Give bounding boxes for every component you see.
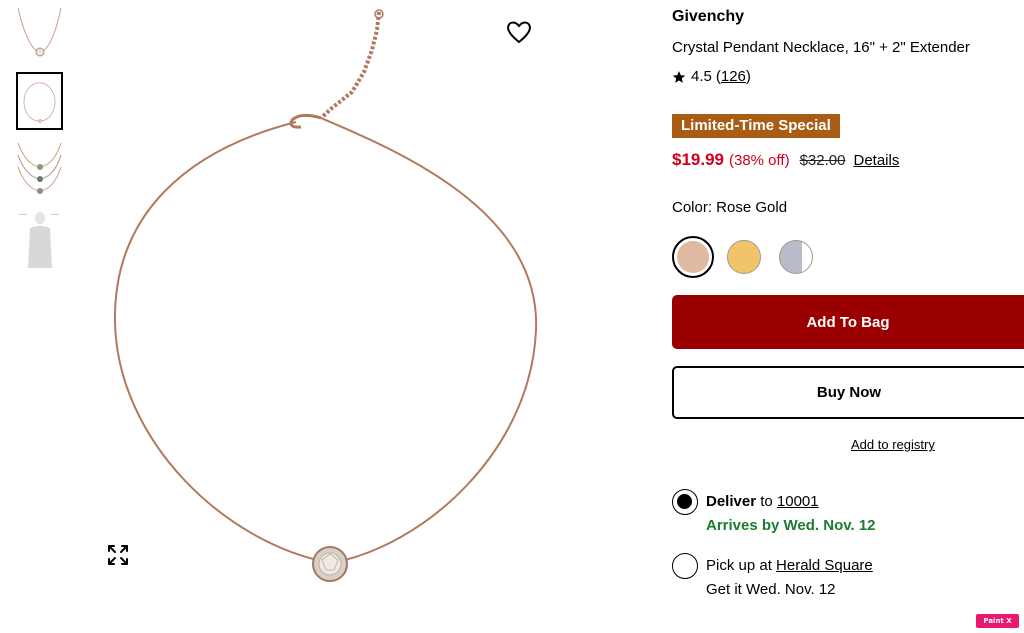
- thumbnail-necklace-full[interactable]: [16, 72, 63, 130]
- deliver-radio[interactable]: [672, 489, 698, 515]
- swatch-gold[interactable]: [727, 240, 761, 274]
- star-icon: [672, 70, 686, 83]
- rating[interactable]: 4.5 (126): [672, 68, 751, 85]
- brand-name[interactable]: Givenchy: [672, 8, 744, 26]
- buy-now-button[interactable]: Buy Now: [672, 366, 1024, 419]
- pickup-date: Get it Wed. Nov. 12: [706, 581, 836, 598]
- sale-price: $19.99: [672, 150, 724, 169]
- deliver-to-text: to: [760, 493, 773, 510]
- product-main-image: [96, 0, 556, 590]
- pickup-line: Pick up at Herald Square: [706, 557, 873, 574]
- zip-code-link[interactable]: 10001: [777, 493, 819, 510]
- pickup-radio[interactable]: [672, 553, 698, 579]
- original-price: $32.00: [799, 152, 846, 169]
- add-to-registry-link[interactable]: Add to registry: [672, 437, 1024, 452]
- swatch-rose-gold[interactable]: [672, 236, 714, 278]
- thumbnail-model[interactable]: [16, 210, 63, 268]
- review-count-close: ): [745, 68, 751, 85]
- review-count[interactable]: 126: [721, 68, 746, 85]
- promo-badge: Limited-Time Special: [672, 114, 840, 138]
- store-link[interactable]: Herald Square: [776, 557, 873, 574]
- swatch-silver[interactable]: [779, 240, 813, 274]
- expand-icon[interactable]: [106, 543, 130, 567]
- rating-value: 4.5: [691, 68, 712, 85]
- product-title: Crystal Pendant Necklace, 16" + 2" Exten…: [672, 39, 970, 56]
- deliver-label: Deliver: [706, 493, 757, 510]
- heart-icon[interactable]: [505, 18, 533, 46]
- selected-color-label: Color: Rose Gold: [672, 199, 788, 216]
- details-link[interactable]: Details: [853, 152, 899, 169]
- discount-percent: (38% off): [729, 152, 790, 169]
- add-to-bag-button[interactable]: Add To Bag: [672, 295, 1024, 349]
- thumbnail-necklace-front[interactable]: [16, 4, 63, 62]
- arrival-date: Arrives by Wed. Nov. 12: [706, 517, 876, 534]
- watermark-badge: Paint X Lite: [976, 614, 1019, 633]
- color-swatches: [672, 236, 832, 278]
- necklace-image: [113, 9, 538, 582]
- pickup-label: Pick up at: [706, 557, 772, 574]
- price-row: $19.99 (38% off) $32.00 Details: [672, 150, 899, 170]
- thumbnail-necklace-colors[interactable]: [16, 141, 63, 199]
- deliver-line: Deliver to 10001: [706, 493, 819, 510]
